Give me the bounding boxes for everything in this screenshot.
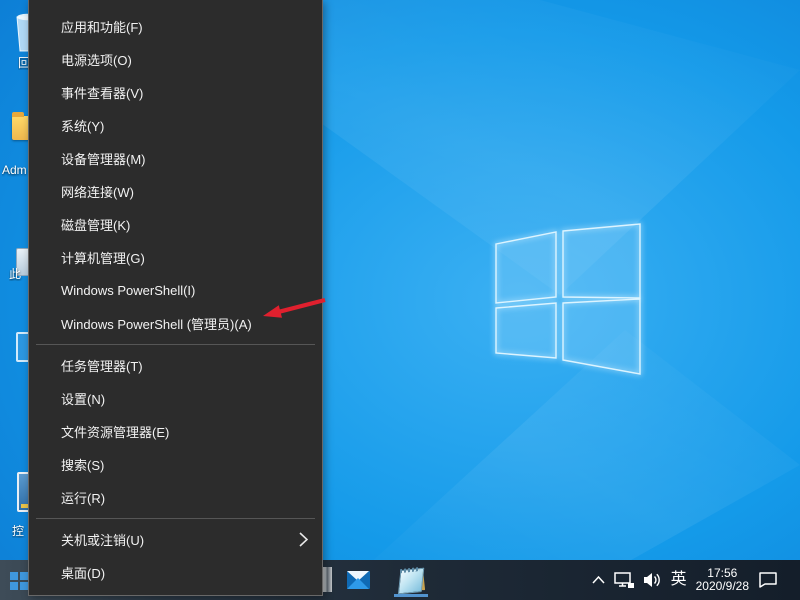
menu-item-network-connections[interactable]: 网络连接(W) xyxy=(29,175,322,208)
taskbar-mail-button[interactable] xyxy=(335,560,381,600)
menu-item-system[interactable]: 系统(Y) xyxy=(29,109,322,142)
clock-date: 2020/9/28 xyxy=(696,580,749,593)
menu-separator xyxy=(36,344,315,345)
volume-icon[interactable] xyxy=(643,572,662,588)
menu-item-desktop[interactable]: 桌面(D) xyxy=(29,556,322,589)
menu-item-device-manager[interactable]: 设备管理器(M) xyxy=(29,142,322,175)
menu-item-settings[interactable]: 设置(N) xyxy=(29,382,322,415)
menu-item-apps-and-features[interactable]: 应用和功能(F) xyxy=(29,10,322,43)
active-app-indicator xyxy=(394,594,428,597)
this-pc-label: 此 xyxy=(9,268,28,281)
menu-separator xyxy=(36,518,315,519)
winx-context-menu: 应用和功能(F) 电源选项(O) 事件查看器(V) 系统(Y) 设备管理器(M)… xyxy=(28,0,323,596)
network-icon[interactable] xyxy=(614,572,634,589)
recycle-bin-label: 回 xyxy=(18,57,28,70)
taskbar-clock[interactable]: 17:56 2020/9/28 xyxy=(696,567,749,593)
menu-item-search[interactable]: 搜索(S) xyxy=(29,448,322,481)
menu-item-event-viewer[interactable]: 事件查看器(V) xyxy=(29,76,322,109)
tray-expand-chevron-icon[interactable] xyxy=(592,576,605,584)
desktop-screen: 回 Adm 此 控 xyxy=(0,0,800,600)
menu-item-windows-powershell-admin[interactable]: Windows PowerShell (管理员)(A) xyxy=(29,307,322,340)
menu-item-file-explorer[interactable]: 文件资源管理器(E) xyxy=(29,415,322,448)
menu-item-run[interactable]: 运行(R) xyxy=(29,481,322,514)
control-panel-label: 控 xyxy=(12,525,28,538)
menu-item-computer-management[interactable]: 计算机管理(G) xyxy=(29,241,322,274)
action-center-icon[interactable] xyxy=(758,571,778,589)
menu-item-task-manager[interactable]: 任务管理器(T) xyxy=(29,349,322,382)
windows-start-icon xyxy=(10,572,28,590)
mail-icon xyxy=(347,571,370,589)
notepad-icon xyxy=(396,566,426,595)
system-tray: 英 17:56 2020/9/28 xyxy=(592,560,800,600)
administrator-folder-label: Adm xyxy=(2,164,29,177)
submenu-chevron-icon xyxy=(299,532,308,547)
menu-item-disk-management[interactable]: 磁盘管理(K) xyxy=(29,208,322,241)
start-button[interactable] xyxy=(10,572,28,590)
menu-item-shutdown-or-signout[interactable]: 关机或注销(U) xyxy=(29,523,322,556)
menu-item-power-options[interactable]: 电源选项(O) xyxy=(29,43,322,76)
menu-item-windows-powershell[interactable]: Windows PowerShell(I) xyxy=(29,274,322,307)
ime-language-indicator[interactable]: 英 xyxy=(671,572,687,588)
